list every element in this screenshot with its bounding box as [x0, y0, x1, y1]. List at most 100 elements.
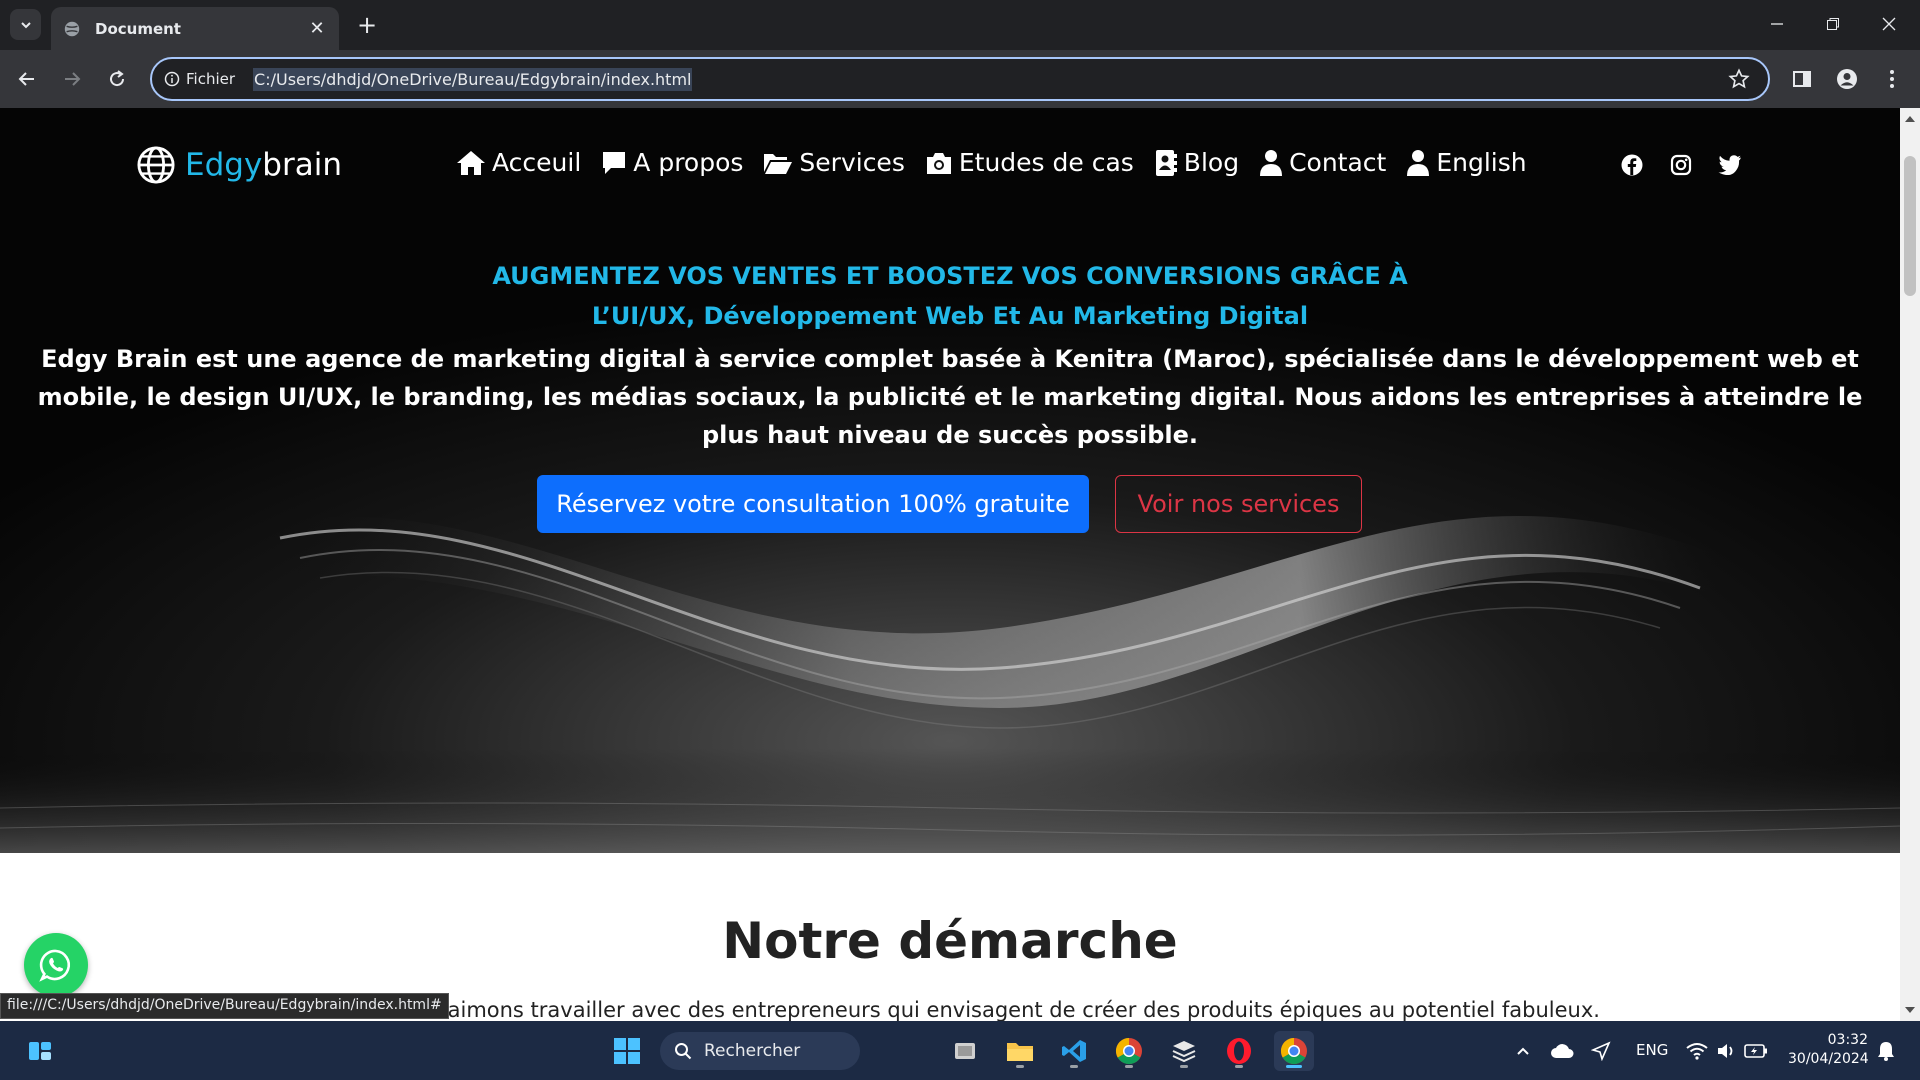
scrollbar-thumb[interactable]: [1904, 156, 1916, 296]
view-services-button[interactable]: Voir nos services: [1115, 475, 1362, 533]
site-navbar: Edgy brain Acceuil A propos Services Etu…: [0, 108, 1900, 218]
widgets-button[interactable]: [20, 1031, 60, 1071]
tab-title: Document: [95, 19, 181, 38]
twitter-link[interactable]: [1717, 152, 1743, 178]
info-icon: [164, 71, 180, 87]
close-window-button[interactable]: [1862, 6, 1916, 42]
bookmark-star-icon[interactable]: [1728, 68, 1750, 90]
profile-icon: [1837, 69, 1857, 89]
whatsapp-icon: [39, 949, 71, 982]
reload-button[interactable]: [100, 62, 134, 96]
twitter-icon: [1718, 155, 1741, 175]
menu-item-label: Services: [799, 148, 905, 177]
widgets-icon: [29, 1042, 51, 1060]
brand-name-part2: brain: [262, 147, 342, 183]
taskbar-app-stack[interactable]: [1164, 1031, 1204, 1071]
address-bar[interactable]: Fichier C:/Users/dhdjd/OneDrive/Bureau/E…: [150, 57, 1770, 101]
site-info-chip[interactable]: Fichier: [164, 70, 235, 88]
side-panel-button[interactable]: [1786, 63, 1818, 95]
profile-button[interactable]: [1831, 63, 1863, 95]
task-view-icon: [955, 1043, 975, 1059]
menu-item-etudes-de-cas[interactable]: Etudes de cas: [925, 148, 1134, 177]
running-indicator: [1235, 1065, 1243, 1068]
browser-toolbar: Fichier C:/Users/dhdjd/OneDrive/Bureau/E…: [0, 50, 1920, 108]
user-icon: [1407, 149, 1430, 176]
back-button[interactable]: [10, 62, 44, 96]
site-chip-label: Fichier: [186, 70, 236, 88]
running-indicator: [1070, 1065, 1078, 1068]
taskbar-clock[interactable]: 03:32 30/04/2024: [1788, 1031, 1869, 1069]
close-icon: [1882, 17, 1896, 31]
language-indicator[interactable]: ENG: [1636, 1041, 1668, 1059]
brand-logo[interactable]: Edgy brain: [137, 146, 342, 184]
hero-title: AUGMENTEZ VOS VENTES ET BOOSTEZ VOS CONV…: [0, 256, 1900, 336]
scroll-down-arrow[interactable]: [1905, 1007, 1915, 1013]
location-tray-button[interactable]: [1581, 1031, 1621, 1071]
battery-tray-button[interactable]: [1736, 1031, 1776, 1071]
menu-item-label: A propos: [633, 148, 744, 177]
tab-search-button[interactable]: [10, 9, 41, 40]
home-icon: [457, 150, 485, 175]
facebook-icon: [1621, 154, 1643, 176]
camera-icon: [926, 152, 951, 174]
taskbar-app-chrome-active[interactable]: [1274, 1031, 1314, 1071]
side-panel-icon: [1793, 71, 1811, 87]
opera-icon: [1227, 1038, 1251, 1064]
comment-icon: [603, 151, 626, 174]
tray-overflow-button[interactable]: [1503, 1031, 1543, 1071]
windows-taskbar: Rechercher ENG 03:32 30/04/2024: [0, 1021, 1920, 1080]
menu-item-label: Blog: [1183, 148, 1240, 177]
cloud-icon: [1551, 1044, 1574, 1058]
forward-button[interactable]: [55, 62, 89, 96]
page-scrollbar[interactable]: [1900, 108, 1920, 1021]
menu-item-contact[interactable]: Contact: [1259, 148, 1386, 177]
hero-section: Edgy brain Acceuil A propos Services Etu…: [0, 108, 1900, 853]
minimize-button[interactable]: [1750, 6, 1804, 42]
taskbar-app-opera[interactable]: [1219, 1031, 1259, 1071]
taskbar-app-explorer[interactable]: [1000, 1031, 1040, 1071]
kebab-menu-icon: [1890, 70, 1894, 88]
start-button[interactable]: [607, 1031, 647, 1071]
instagram-link[interactable]: [1668, 152, 1694, 178]
browser-tab[interactable]: Document ✕: [51, 7, 339, 50]
menu-item-services[interactable]: Services: [763, 148, 905, 177]
menu-item-label: English: [1436, 148, 1527, 177]
taskbar-search[interactable]: Rechercher: [660, 1032, 860, 1070]
active-indicator: [1286, 1065, 1302, 1068]
tab-close-icon[interactable]: ✕: [307, 18, 327, 39]
running-indicator: [1180, 1065, 1188, 1068]
running-indicator: [1125, 1065, 1133, 1068]
browser-menu-button[interactable]: [1876, 63, 1908, 95]
taskbar-app-chrome[interactable]: [1109, 1031, 1149, 1071]
menu-item-english[interactable]: English: [1406, 148, 1527, 177]
running-indicator: [1016, 1065, 1024, 1068]
taskbar-app-vscode[interactable]: [1054, 1031, 1094, 1071]
restore-button[interactable]: [1806, 6, 1860, 42]
arrow-left-icon: [18, 72, 34, 86]
wifi-icon: [1686, 1043, 1708, 1060]
scroll-up-arrow[interactable]: [1905, 116, 1915, 122]
new-tab-button[interactable]: +: [352, 10, 382, 40]
layers-icon: [1172, 1041, 1196, 1063]
chrome-icon: [1115, 1037, 1142, 1065]
folder-open-icon: [764, 153, 793, 174]
address-book-icon: [1155, 149, 1177, 176]
menu-item-a-propos[interactable]: A propos: [601, 148, 743, 177]
chevron-up-icon: [1517, 1047, 1529, 1055]
facebook-link[interactable]: [1619, 152, 1645, 178]
clock-date: 30/04/2024: [1788, 1051, 1869, 1067]
menu-item-blog[interactable]: Blog: [1154, 148, 1239, 177]
onedrive-tray-button[interactable]: [1542, 1031, 1582, 1071]
section-text: s aimons travailler avec des entrepreneu…: [430, 998, 1600, 1021]
menu-item-acceuil[interactable]: Acceuil: [456, 148, 581, 177]
whatsapp-button[interactable]: [24, 933, 88, 997]
navigation-icon: [1591, 1041, 1611, 1061]
url-text[interactable]: C:/Users/dhdjd/OneDrive/Bureau/Edgybrain…: [253, 67, 693, 91]
speaker-icon: [1718, 1044, 1733, 1058]
restore-icon: [1827, 18, 1839, 30]
book-consultation-button[interactable]: Réservez votre consultation 100% gratuit…: [537, 475, 1089, 533]
notifications-button[interactable]: [1866, 1031, 1906, 1071]
main-menu: Acceuil A propos Services Etudes de cas …: [456, 148, 1547, 177]
taskbar-app-taskview[interactable]: [945, 1031, 985, 1071]
hero-title-line1: AUGMENTEZ VOS VENTES ET BOOSTEZ VOS CONV…: [492, 262, 1408, 290]
